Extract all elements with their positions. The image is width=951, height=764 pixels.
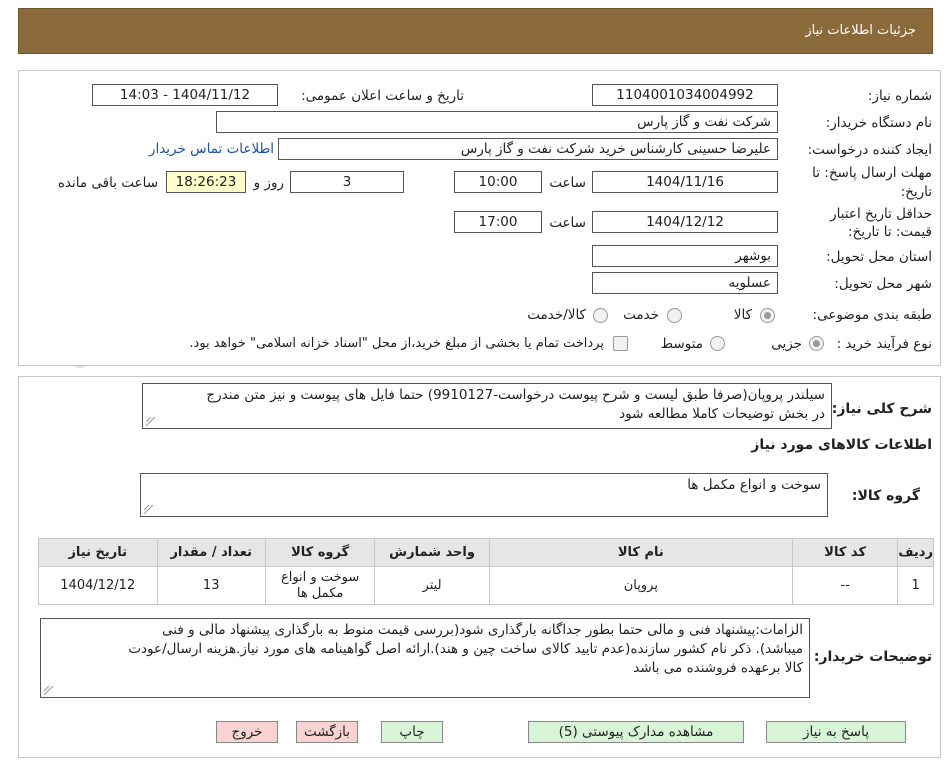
- announce-field: 1404/11/12 - 14:03: [92, 84, 278, 106]
- process-label: نوع فرآیند خرید :: [836, 336, 932, 352]
- cell-code: --: [791, 566, 899, 605]
- remaining-label: ساعت باقی مانده: [57, 175, 158, 191]
- process-radio-minor[interactable]: [809, 336, 824, 351]
- cell-row: 1: [897, 566, 934, 605]
- description-line-1: سیلندر پروپان(صرفا طبق لیست و شرح پیوست …: [206, 387, 825, 403]
- buyer-notes-label: توضیحات خریدار:: [813, 649, 932, 665]
- page-title: جزئیات اطلاعات نیاز: [805, 23, 916, 38]
- city-field: عسلویه: [592, 272, 778, 294]
- validity-time-field: 17:00: [454, 211, 542, 233]
- resize-grip-icon[interactable]: [44, 686, 53, 695]
- print-button[interactable]: چاپ: [381, 721, 443, 743]
- category-option-goods-service: کالا/خدمت: [527, 307, 586, 323]
- col-qty: تعداد / مقدار: [156, 538, 266, 567]
- cell-group-line-2: مکمل ها: [296, 585, 344, 601]
- col-row: ردیف: [897, 538, 934, 567]
- cell-unit: لیتر: [374, 566, 490, 605]
- description-label: شرح کلی نیاز:: [831, 401, 932, 417]
- days-label: روز و: [253, 175, 284, 191]
- buyer-org-field: شرکت نفت و گاز پارس: [216, 111, 778, 133]
- resize-grip-icon[interactable]: [146, 417, 155, 426]
- goods-table: ردیف کد کالا نام کالا واحد شمارش گروه کا…: [38, 538, 934, 605]
- table-row: 1 -- پروپان لیتر سوخت و انواع مکمل ها 13…: [38, 566, 934, 605]
- deadline-time-field: 10:00: [454, 171, 542, 193]
- description-textarea: سیلندر پروپان(صرفا طبق لیست و شرح پیوست …: [142, 383, 832, 429]
- buyer-contact-link[interactable]: اطلاعات تماس خریدار: [149, 141, 274, 157]
- province-field: بوشهر: [592, 245, 778, 267]
- deadline-time-label: ساعت: [549, 175, 586, 191]
- buyer-notes-line-1: الزامات:پیشنهاد فنی و مالی حتما بطور جدا…: [162, 622, 803, 638]
- cell-name: پروپان: [488, 566, 793, 605]
- col-unit: واحد شمارش: [374, 538, 490, 567]
- category-option-goods: کالا: [733, 307, 752, 323]
- cell-group: سوخت و انواع مکمل ها: [264, 566, 376, 605]
- deadline-label: مهلت ارسال پاسخ: تا: [812, 165, 932, 181]
- days-remaining-field: 3: [290, 171, 404, 193]
- attachments-button[interactable]: مشاهده مدارک پیوستی (5): [528, 721, 744, 743]
- col-group: گروه کالا: [264, 538, 376, 567]
- category-label: طبقه بندی موضوعی:: [812, 307, 932, 323]
- process-option-minor: جزیی: [771, 336, 802, 352]
- buyer-org-label: نام دستگاه خریدار:: [825, 115, 932, 131]
- deadline-label-2: تاریخ:: [900, 184, 932, 200]
- process-radio-medium[interactable]: [710, 336, 725, 351]
- page-header: جزئیات اطلاعات نیاز: [18, 8, 933, 54]
- province-label: استان محل تحویل:: [826, 249, 932, 265]
- payment-note: پرداخت تمام یا بخشی از مبلغ خرید،از محل …: [189, 336, 604, 351]
- creator-label: ایجاد کننده درخواست:: [807, 142, 932, 158]
- col-name: نام کالا: [488, 538, 793, 567]
- col-date: تاریخ نیاز: [38, 538, 158, 567]
- reply-button[interactable]: پاسخ به نیاز: [766, 721, 906, 743]
- buyer-notes-line-2: میباشد). ذکر نام کشور سازنده(عدم تایید ک…: [128, 641, 803, 657]
- goods-group-textarea: سوخت و انواع مکمل ها: [140, 473, 828, 517]
- creator-field: علیرضا حسینی کارشناس خرید شرکت نفت و گاز…: [278, 138, 778, 160]
- treasury-payment-checkbox[interactable]: [613, 336, 628, 351]
- validity-date-field: 1404/12/12: [592, 211, 778, 233]
- goods-panel: شرح کلی نیاز: سیلندر پروپان(صرفا طبق لیس…: [18, 376, 941, 758]
- validity-time-label: ساعت: [549, 215, 586, 231]
- request-info-panel: شماره نیاز: 1104001034004992 تاریخ و ساع…: [18, 70, 941, 366]
- deadline-date-field: 1404/11/16: [592, 171, 778, 193]
- exit-button[interactable]: خروج: [216, 721, 278, 743]
- process-option-medium: متوسط: [660, 336, 703, 352]
- buyer-notes-line-3: کالا برعهده فروشنده می باشد: [633, 660, 803, 676]
- validity-label-2: قیمت: تا تاریخ:: [848, 224, 932, 240]
- category-radio-goods-service[interactable]: [593, 308, 608, 323]
- category-radio-goods[interactable]: [760, 308, 775, 323]
- col-code: کد کالا: [791, 538, 899, 567]
- back-button[interactable]: بازگشت: [296, 721, 358, 743]
- resize-grip-icon[interactable]: [144, 505, 153, 514]
- need-number-label: شماره نیاز:: [867, 88, 932, 104]
- cell-date: 1404/12/12: [38, 566, 158, 605]
- goods-group-label: گروه کالا:: [851, 488, 920, 504]
- cell-qty: 13: [156, 566, 266, 605]
- category-radio-service[interactable]: [667, 308, 682, 323]
- validity-label: حداقل تاریخ اعتبار: [830, 206, 932, 222]
- goods-group-value: سوخت و انواع مکمل ها: [687, 477, 821, 493]
- city-label: شهر محل تحویل:: [834, 276, 932, 292]
- description-line-2: در بخش توضیحات کاملا مطالعه شود: [619, 406, 825, 422]
- category-option-service: خدمت: [623, 307, 659, 323]
- remaining-time-field: 18:26:23: [166, 171, 246, 193]
- cell-group-line-1: سوخت و انواع: [280, 569, 360, 585]
- buyer-notes-textarea: الزامات:پیشنهاد فنی و مالی حتما بطور جدا…: [40, 618, 810, 698]
- goods-section-title: اطلاعات کالاهای مورد نیاز: [751, 437, 932, 453]
- announce-label: تاریخ و ساعت اعلان عمومی:: [301, 88, 464, 104]
- need-number-field: 1104001034004992: [592, 84, 778, 106]
- goods-table-header: ردیف کد کالا نام کالا واحد شمارش گروه کا…: [38, 538, 934, 567]
